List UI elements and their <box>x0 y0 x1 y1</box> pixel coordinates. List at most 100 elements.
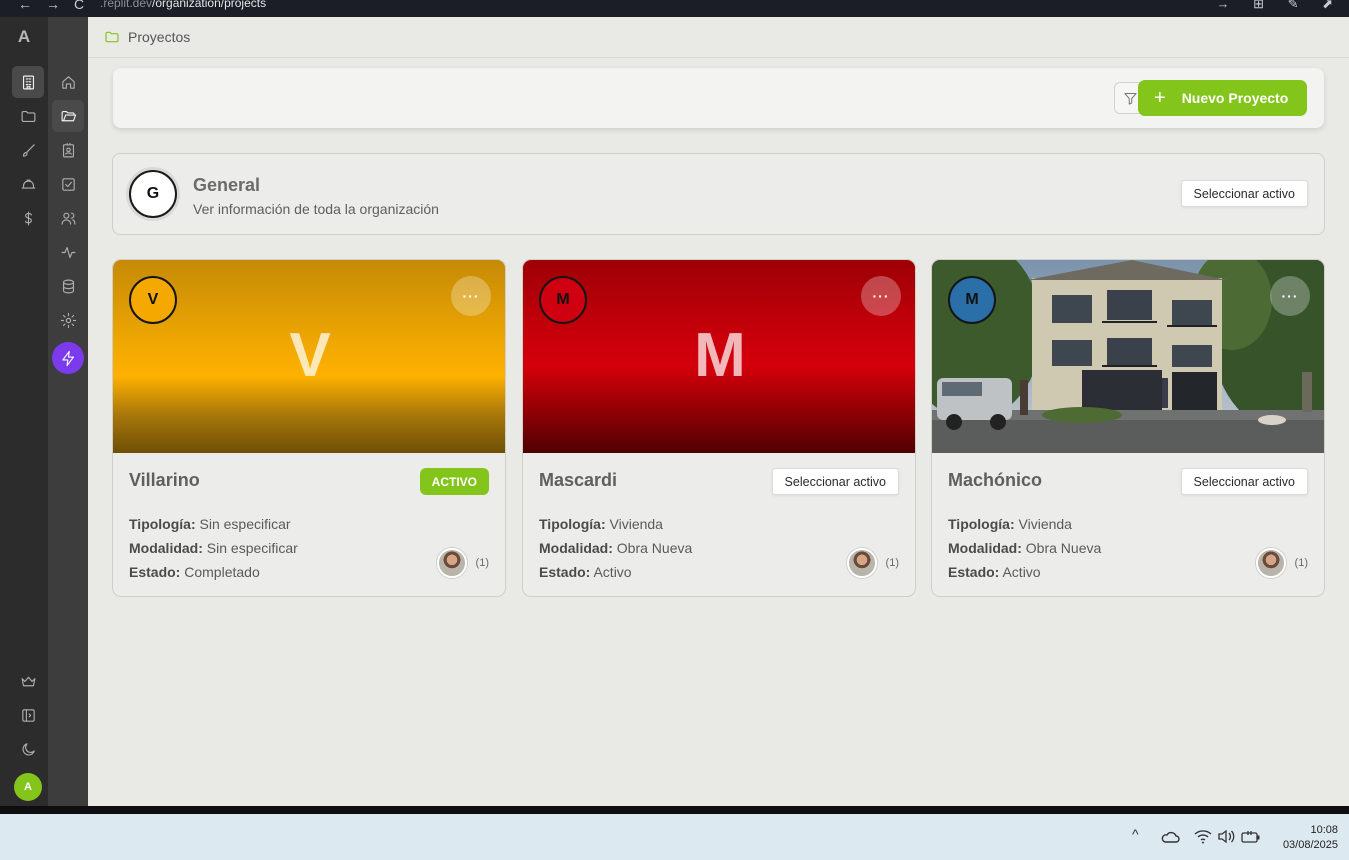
folder-open-icon <box>61 110 76 121</box>
nav-database-button[interactable] <box>52 270 84 302</box>
modalidad-row: Modalidad: Obra Nueva <box>539 536 692 560</box>
project-details: Tipología: Sin especificar Modalidad: Si… <box>129 512 298 584</box>
hardhat-icon <box>21 179 35 189</box>
estado-row: Estado: Completado <box>129 560 298 584</box>
folder-icon <box>21 110 35 122</box>
moon-icon <box>22 742 35 755</box>
nav-users-button[interactable] <box>52 202 84 234</box>
forward-icon[interactable]: → <box>46 0 60 12</box>
project-photo: M ··· <box>932 260 1324 453</box>
folder-icon <box>105 31 119 43</box>
modalidad-row: Modalidad: Obra Nueva <box>948 536 1101 560</box>
battery-icon[interactable] <box>1241 830 1260 843</box>
onedrive-icon[interactable] <box>1161 830 1180 844</box>
reload-icon[interactable]: C <box>74 0 84 12</box>
rail-construction-button[interactable] <box>12 168 44 200</box>
modalidad-value: Sin especificar <box>206 540 298 556</box>
url-host: .replit.dev <box>100 0 153 10</box>
project-members[interactable]: (1) <box>1255 548 1308 578</box>
tipologia-row: Tipología: Vivienda <box>539 512 692 536</box>
clock-time: 10:08 <box>1310 824 1338 836</box>
nav-ai-button[interactable] <box>52 342 84 374</box>
more-options-button[interactable]: ··· <box>861 276 901 316</box>
building-icon <box>22 75 34 89</box>
estado-row: Estado: Activo <box>948 560 1101 584</box>
home-icon <box>61 75 75 89</box>
estado-label: Estado: <box>948 564 1000 580</box>
rail-collapse-button[interactable] <box>12 699 44 731</box>
rail-theme-button[interactable] <box>12 733 44 765</box>
more-options-button[interactable]: ··· <box>451 276 491 316</box>
tipologia-row: Tipología: Vivienda <box>948 512 1101 536</box>
secondary-sidebar <box>48 17 88 806</box>
modalidad-label: Modalidad: <box>539 540 613 556</box>
modalidad-label: Modalidad: <box>948 540 1022 556</box>
modalidad-row: Modalidad: Sin especificar <box>129 536 298 560</box>
project-title: Mascardi <box>539 470 618 490</box>
member-avatar <box>436 548 467 578</box>
rail-organization-button[interactable] <box>12 66 44 98</box>
nav-activity-button[interactable] <box>52 236 84 268</box>
rail-projects-button[interactable] <box>12 100 44 132</box>
project-banner: V V ··· <box>113 260 505 453</box>
new-project-button[interactable]: + Nuevo Proyecto <box>1138 80 1307 116</box>
member-avatar <box>1255 548 1286 578</box>
project-title: Villarino <box>129 470 200 490</box>
project-details: Tipología: Vivienda Modalidad: Obra Nuev… <box>948 512 1101 584</box>
contacts-icon <box>62 142 74 157</box>
tray-overflow-icon[interactable]: ^ <box>1132 826 1139 842</box>
tipologia-row: Tipología: Sin especificar <box>129 512 298 536</box>
project-card-villarino[interactable]: V V ··· Villarino ACTIVO Tipología: Sin … <box>112 259 506 597</box>
project-banner-letter: M <box>694 321 746 390</box>
os-taskbar: ^ 10:08 03/08/2025 <box>0 814 1349 860</box>
project-card-mascardi[interactable]: M M ··· Mascardi Seleccionar activo Tipo… <box>522 259 916 597</box>
back-icon[interactable]: ← <box>18 0 32 12</box>
rail-plan-button[interactable] <box>12 665 44 697</box>
brush-icon <box>22 143 35 157</box>
project-avatar: M <box>948 276 996 324</box>
member-count: (1) <box>1294 557 1308 569</box>
nav-projects-button[interactable] <box>52 100 84 132</box>
select-active-button[interactable]: Seleccionar activo <box>771 468 899 495</box>
plus-icon: + <box>1154 87 1166 109</box>
modalidad-value: Obra Nueva <box>1025 540 1102 556</box>
member-count: (1) <box>885 557 899 569</box>
project-banner-letter: V <box>289 321 331 390</box>
breadcrumb-label[interactable]: Proyectos <box>128 29 190 45</box>
project-card-machonico[interactable]: M ··· Machónico Seleccionar activo Tipol… <box>931 259 1325 597</box>
wifi-icon[interactable] <box>1194 829 1212 844</box>
more-options-button[interactable]: ··· <box>1270 276 1310 316</box>
tipologia-value: Sin especificar <box>199 516 291 532</box>
nav-contacts-button[interactable] <box>52 134 84 166</box>
general-select-button[interactable]: Seleccionar activo <box>1180 180 1308 207</box>
app-logo[interactable]: A <box>0 27 48 47</box>
tipologia-label: Tipología: <box>948 516 1015 532</box>
volume-icon[interactable] <box>1217 829 1235 844</box>
project-members[interactable]: (1) <box>436 548 489 578</box>
settings-icon <box>60 312 76 328</box>
nav-settings-button[interactable] <box>52 304 84 336</box>
rail-design-button[interactable] <box>12 134 44 166</box>
estado-label: Estado: <box>129 564 181 580</box>
general-organization-card[interactable]: G General Ver información de toda la org… <box>112 153 1325 235</box>
active-badge: ACTIVO <box>419 468 489 495</box>
rail-finance-button[interactable] <box>12 202 44 234</box>
users-icon <box>61 212 75 225</box>
nav-tasks-button[interactable] <box>52 168 84 200</box>
modalidad-value: Obra Nueva <box>616 540 693 556</box>
nav-home-button[interactable] <box>52 66 84 98</box>
project-avatar: V <box>129 276 177 324</box>
main-content: Proyectos + Nuevo Proyecto G General Ver… <box>88 17 1349 806</box>
url-path: /organization/projects <box>152 0 267 10</box>
system-clock[interactable]: 10:08 03/08/2025 <box>1283 823 1338 853</box>
projects-toolbar: + Nuevo Proyecto <box>113 68 1324 128</box>
database-icon <box>62 279 74 293</box>
select-active-button[interactable]: Seleccionar activo <box>1180 468 1308 495</box>
browser-actions[interactable]: → ⊞ ✎ ⬈ <box>1216 0 1343 12</box>
user-avatar[interactable]: A <box>14 773 42 801</box>
project-members[interactable]: (1) <box>846 548 899 578</box>
sidebar-toggle-icon <box>21 708 35 722</box>
estado-value: Completado <box>184 564 260 580</box>
address-bar[interactable]: .replit.dev/organization/projects <box>100 0 266 10</box>
tipologia-value: Vivienda <box>609 516 663 532</box>
